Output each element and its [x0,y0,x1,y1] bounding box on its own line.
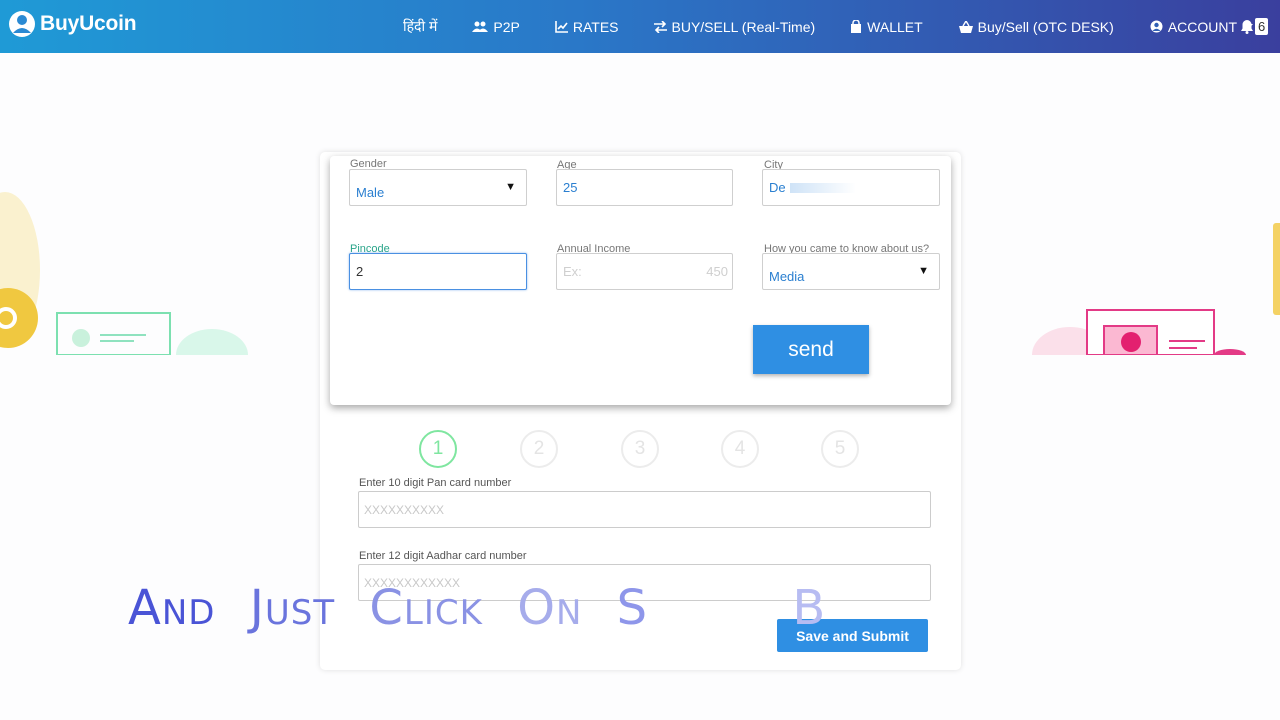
nav-otc-desk[interactable]: Buy/Sell (OTC DESK) [958,18,1114,35]
nav-rates[interactable]: RATES [555,19,619,35]
nav-p2p-label: P2P [493,18,520,35]
income-hint: 450 [706,264,728,279]
nav-account-label: ACCOUNT [1167,18,1238,35]
income-placeholder: Ex: [563,264,582,279]
step-3-number: 3 [634,438,646,459]
source-select[interactable]: Media ▼ [762,253,940,290]
basket-icon [958,20,973,33]
caption-word-5: S [616,580,649,636]
pan-placeholder: XXXXXXXXXX [364,502,445,517]
brand-logo[interactable]: BuyUcoin [8,9,137,39]
source-value: Media [769,269,805,284]
nav-hindi-label: हिंदी में [403,18,438,34]
caption-word-2: Just [249,580,336,636]
pincode-value: 2 [356,264,364,279]
users-icon [472,21,489,32]
income-input[interactable]: Ex: 450 [556,253,733,290]
bag-icon [851,20,862,33]
gender-select[interactable]: Male ▼ [349,169,527,206]
notifications[interactable]: 6 [1240,13,1280,39]
page: BuyUcoin हिंदी में P2P RATES BUY/SELL (R… [0,0,1280,720]
city-input[interactable]: De [762,169,940,206]
step-1[interactable]: 1 [419,430,457,468]
nav-otc-desk-label: Buy/Sell (OTC DESK) [977,18,1114,35]
notification-count: 6 [1255,17,1269,35]
logo-icon [9,11,35,37]
step-4[interactable]: 4 [721,430,759,468]
right-decoration [1032,309,1246,355]
nav-buy-sell-realtime-label: BUY/SELL (Real-Time) [671,18,816,35]
pincode-input[interactable]: 2 [349,253,527,290]
brand-name: BuyUcoin [40,12,137,35]
age-value: 25 [563,180,578,195]
step-1-number: 1 [432,438,444,459]
nav-wallet-label: WALLET [867,18,923,35]
dropdown-arrow-icon: ▼ [505,181,516,193]
step-2-number: 2 [533,438,545,459]
caption-word-4: On [517,580,583,636]
nav-hindi[interactable]: हिंदी में [403,17,437,36]
user-circle-icon [1150,20,1163,33]
video-caption: And Just Click On S B [128,580,844,636]
chart-icon [555,20,568,33]
city-value: De [769,180,786,195]
nav-wallet[interactable]: WALLET [850,19,923,35]
bell-icon [1241,19,1253,34]
step-2[interactable]: 2 [520,430,558,468]
top-navbar: BuyUcoin हिंदी में P2P RATES BUY/SELL (R… [0,0,1280,53]
nav-buy-sell-realtime[interactable]: BUY/SELL (Real-Time) [653,18,816,35]
step-5[interactable]: 5 [821,430,859,468]
redaction-blur [789,182,856,193]
gender-value: Male [356,185,385,200]
pan-input[interactable]: XXXXXXXXXX [358,491,931,528]
caption-word-6: B [792,580,827,636]
nav-p2p[interactable]: P2P [472,18,520,35]
exchange-icon [653,20,667,33]
scroll-indicator [1273,223,1280,315]
nav-rates-label: RATES [572,18,619,35]
caption-word-3: Click [369,580,483,636]
age-input[interactable]: 25 [556,169,733,206]
step-4-number: 4 [734,438,746,459]
caption-word-1: And [128,580,216,636]
send-button[interactable]: send [753,325,869,374]
dropdown-arrow-icon: ▼ [918,265,929,277]
aadhar-label: Enter 12 digit Aadhar card number [359,550,527,562]
step-5-number: 5 [834,438,846,459]
nav-menu: हिंदी में P2P RATES BUY/SELL (Real-Time)… [403,0,1258,53]
left-decoration [0,192,248,355]
step-3[interactable]: 3 [621,430,659,468]
pan-label: Enter 10 digit Pan card number [359,477,512,489]
